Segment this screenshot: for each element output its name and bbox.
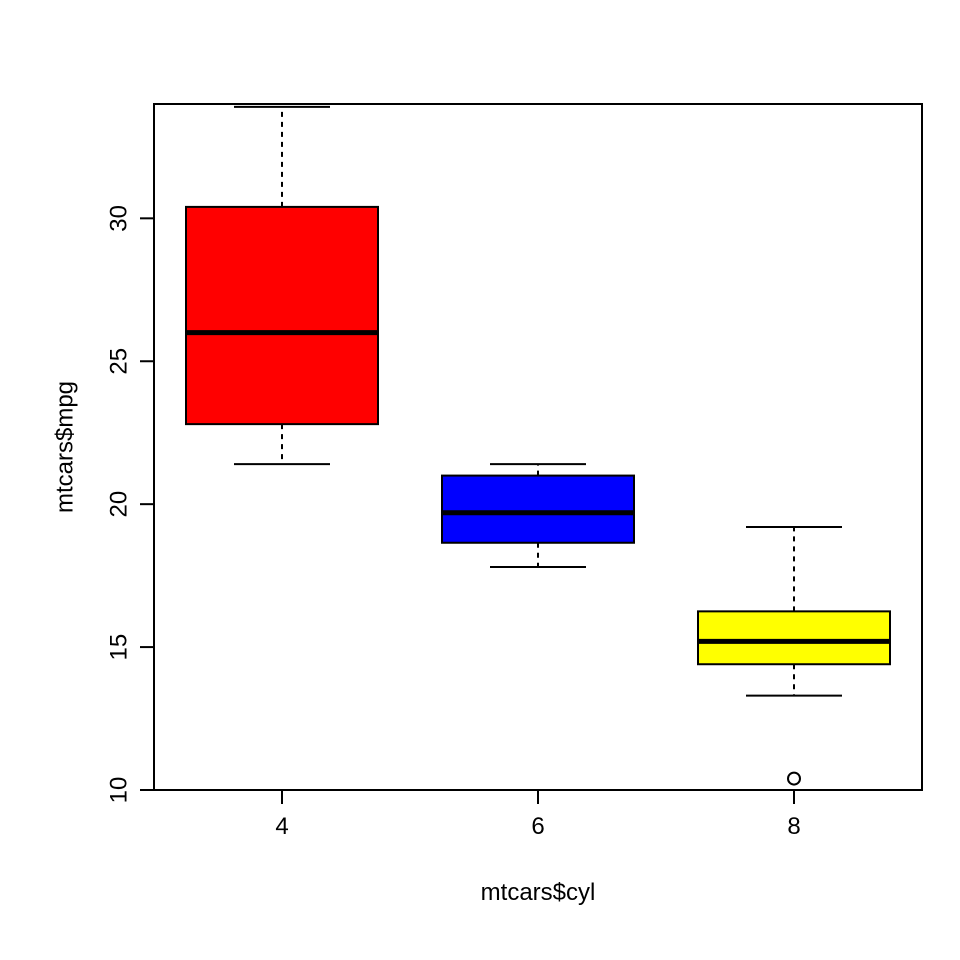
box-6 [442, 464, 634, 567]
x-tick-label: 8 [787, 813, 800, 840]
boxes-group [186, 107, 890, 785]
y-tick-label: 20 [105, 491, 132, 518]
outlier [788, 773, 800, 785]
y-tick-label: 10 [105, 777, 132, 804]
y-tick-label: 25 [105, 348, 132, 375]
box-4 [186, 107, 378, 464]
y-tick-label: 30 [105, 205, 132, 232]
x-tick-label: 6 [531, 813, 544, 840]
y-axis-label: mtcars$mpg [51, 381, 78, 513]
x-tick-label: 4 [275, 813, 288, 840]
y-tick-label: 15 [105, 634, 132, 661]
box-8 [698, 527, 890, 785]
x-axis: 4 6 8 [275, 790, 800, 840]
boxplot-chart: 10 15 20 25 30 4 6 8 mtcars$mpg mtcars$cyl [0, 0, 960, 960]
x-axis-label: mtcars$cyl [481, 879, 596, 906]
y-axis: 10 15 20 25 30 [105, 205, 154, 803]
